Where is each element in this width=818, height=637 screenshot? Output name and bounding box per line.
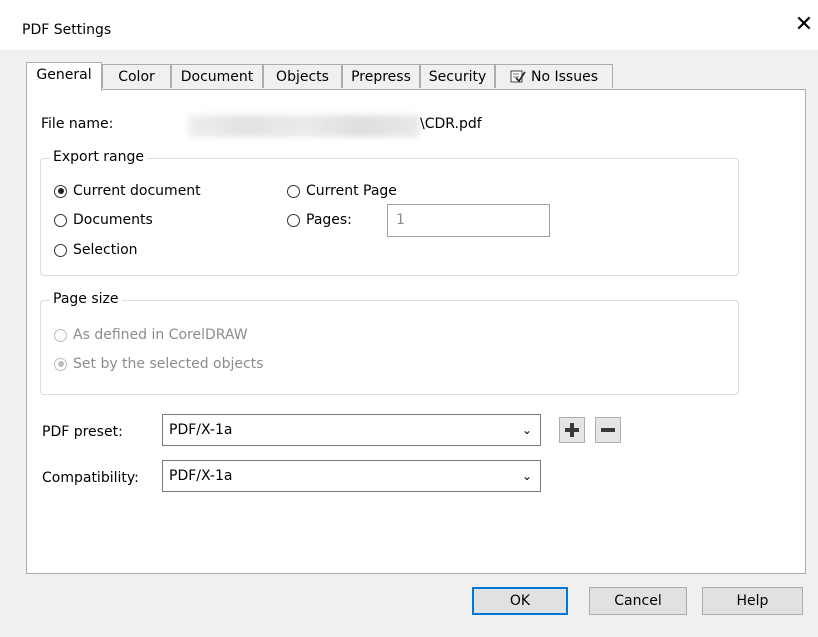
- ok-button[interactable]: OK: [472, 587, 568, 615]
- radio-selection[interactable]: Selection: [54, 242, 138, 258]
- blurred-path: [188, 115, 420, 137]
- pdf-preset-value: PDF/X-1a: [169, 422, 233, 438]
- title-bar: PDF Settings ✕: [0, 0, 818, 50]
- radio-button[interactable]: [287, 213, 300, 227]
- radio-button[interactable]: [54, 184, 67, 198]
- pages-input[interactable]: 1: [387, 204, 550, 237]
- chevron-down-icon: ⌄: [521, 423, 532, 437]
- compatibility-value: PDF/X-1a: [169, 468, 233, 484]
- pdf-preset-select[interactable]: PDF/X-1a ⌄: [162, 414, 541, 446]
- compatibility-label: Compatibility:: [42, 470, 139, 486]
- page-size-group: [40, 300, 739, 395]
- tab-color[interactable]: Color: [102, 64, 171, 88]
- radio-button[interactable]: [54, 243, 67, 257]
- radio-label: Current Page: [306, 183, 397, 199]
- radio-label: Selection: [73, 242, 138, 258]
- tab-prepress[interactable]: Prepress: [342, 64, 420, 88]
- chevron-down-icon: ⌄: [521, 469, 532, 483]
- radio-documents[interactable]: Documents: [54, 212, 153, 228]
- export-range-legend: Export range: [50, 149, 147, 165]
- tab-no-issues[interactable]: No Issues: [495, 64, 613, 88]
- radio-set-by-objects: Set by the selected objects: [54, 356, 263, 372]
- radio-button: [54, 328, 67, 342]
- remove-preset-button[interactable]: [595, 417, 621, 443]
- tab-document[interactable]: Document: [171, 64, 263, 88]
- tab-general[interactable]: General: [26, 62, 102, 91]
- radio-button: [54, 357, 67, 371]
- tab-no-issues-label: No Issues: [531, 69, 598, 85]
- pdf-preset-label: PDF preset:: [42, 424, 123, 440]
- radio-button[interactable]: [54, 213, 67, 227]
- file-name-value: \CDR.pdf: [420, 116, 482, 132]
- radio-button[interactable]: [287, 184, 300, 198]
- radio-label: Documents: [73, 212, 153, 228]
- radio-label: As defined in CorelDRAW: [73, 327, 248, 343]
- add-preset-button[interactable]: [559, 417, 585, 443]
- radio-label: Set by the selected objects: [73, 356, 264, 372]
- compatibility-select[interactable]: PDF/X-1a ⌄: [162, 460, 541, 492]
- plus-icon: [565, 423, 579, 437]
- radio-current-page[interactable]: Current Page: [287, 183, 397, 199]
- file-name-label: File name:: [41, 116, 114, 132]
- cancel-button[interactable]: Cancel: [589, 587, 687, 615]
- window-title: PDF Settings: [22, 22, 112, 38]
- radio-label: Pages:: [306, 212, 352, 228]
- page-size-legend: Page size: [50, 291, 122, 307]
- radio-pages[interactable]: Pages:: [287, 212, 352, 228]
- radio-current-document[interactable]: Current document: [54, 183, 201, 199]
- minus-icon: [601, 428, 615, 432]
- radio-label: Current document: [73, 183, 201, 199]
- radio-as-defined: As defined in CorelDRAW: [54, 327, 248, 343]
- help-button[interactable]: Help: [702, 587, 803, 615]
- tab-objects[interactable]: Objects: [263, 64, 342, 88]
- tab-security[interactable]: Security: [420, 64, 495, 88]
- close-icon[interactable]: ✕: [793, 14, 815, 36]
